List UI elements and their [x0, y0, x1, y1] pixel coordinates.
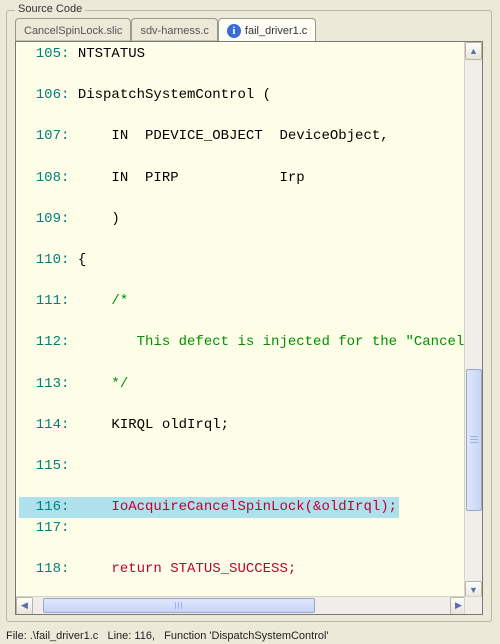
- line-colon: :: [61, 87, 78, 103]
- line-number: 116: [19, 497, 61, 518]
- horizontal-scroll-track[interactable]: [33, 597, 450, 614]
- status-bar: File: .\fail_driver1.c Line: 116, Functi…: [6, 630, 329, 642]
- line-colon: :: [61, 46, 78, 62]
- code-lines: 105: NTSTATUS 106: DispatchSystemControl…: [16, 42, 467, 599]
- group-title: Source Code: [15, 3, 85, 15]
- chevron-right-icon: ▶: [455, 600, 462, 611]
- line-text: ): [78, 211, 120, 227]
- status-file: File: .\fail_driver1.c: [6, 630, 98, 642]
- line-colon: :: [61, 417, 78, 433]
- vertical-scrollbar[interactable]: ▲ ▼: [464, 42, 482, 599]
- code-row[interactable]: 115:: [19, 456, 467, 477]
- horizontal-scrollbar[interactable]: ◀ ▶: [16, 596, 467, 614]
- chevron-up-icon: ▲: [469, 46, 478, 56]
- tab-sdv-harness[interactable]: sdv-harness.c: [131, 18, 217, 41]
- code-row[interactable]: 106: DispatchSystemControl (: [19, 85, 467, 106]
- tab-label: fail_driver1.c: [245, 25, 307, 37]
- line-text: IN PIRP Irp: [78, 170, 305, 186]
- code-row[interactable]: 107: IN PDEVICE_OBJECT DeviceObject,: [19, 126, 467, 147]
- vertical-scroll-thumb[interactable]: [466, 369, 482, 511]
- chevron-down-icon: ▼: [469, 585, 478, 595]
- line-colon: :: [61, 458, 78, 474]
- line-number: 113: [19, 374, 61, 395]
- line-number: 111: [19, 291, 61, 312]
- info-icon: i: [227, 24, 241, 38]
- code-row[interactable]: 105: NTSTATUS: [19, 44, 467, 65]
- status-line: Line: 116,: [107, 630, 155, 642]
- code-row[interactable]: 114: KIRQL oldIrql;: [19, 415, 467, 436]
- line-number: 115: [19, 456, 61, 477]
- line-colon: :: [61, 561, 78, 577]
- horizontal-scroll-thumb[interactable]: [43, 598, 315, 613]
- line-text: return STATUS_SUCCESS;: [78, 561, 296, 577]
- line-colon: :: [61, 170, 78, 186]
- code-editor-frame: 105: NTSTATUS 106: DispatchSystemControl…: [15, 41, 483, 615]
- line-number: 114: [19, 415, 61, 436]
- line-colon: :: [61, 128, 78, 144]
- line-text: {: [78, 252, 86, 268]
- tab-fail-driver1[interactable]: i fail_driver1.c: [218, 18, 316, 41]
- line-number: 112: [19, 332, 61, 353]
- line-number: 106: [19, 85, 61, 106]
- line-number: 107: [19, 126, 61, 147]
- code-row[interactable]: 110: {: [19, 250, 467, 271]
- scroll-left-button[interactable]: ◀: [16, 597, 33, 615]
- line-text: DispatchSystemControl (: [78, 87, 271, 103]
- chevron-left-icon: ◀: [21, 600, 28, 611]
- line-text: */: [78, 376, 128, 392]
- vertical-scroll-track[interactable]: [465, 59, 482, 582]
- scrollbar-corner: [464, 596, 482, 614]
- tab-cancelspinlock[interactable]: CancelSpinLock.slic: [15, 18, 131, 41]
- scroll-up-button[interactable]: ▲: [465, 42, 482, 60]
- tab-label: sdv-harness.c: [140, 25, 208, 37]
- line-colon: :: [61, 520, 78, 536]
- code-row[interactable]: 111: /*: [19, 291, 467, 312]
- code-row[interactable]: 117:: [19, 518, 467, 539]
- line-text: NTSTATUS: [78, 46, 145, 62]
- line-colon: :: [61, 334, 78, 350]
- line-number: 118: [19, 559, 61, 580]
- line-number: 109: [19, 209, 61, 230]
- tab-label: CancelSpinLock.slic: [24, 25, 122, 37]
- tab-strip: CancelSpinLock.slic sdv-harness.c i fail…: [15, 19, 316, 41]
- source-code-group: Source Code CancelSpinLock.slic sdv-harn…: [6, 10, 492, 622]
- code-row[interactable]: 116: IoAcquireCancelSpinLock(&oldIrql);: [19, 497, 399, 518]
- status-function: Function 'DispatchSystemControl': [164, 630, 328, 642]
- line-text: This defect is injected for the "CancelS…: [78, 334, 467, 350]
- code-row[interactable]: 109: ): [19, 209, 467, 230]
- code-row[interactable]: 112: This defect is injected for the "Ca…: [19, 332, 467, 353]
- line-number: 110: [19, 250, 61, 271]
- line-colon: :: [61, 211, 78, 227]
- code-viewport[interactable]: 105: NTSTATUS 106: DispatchSystemControl…: [16, 42, 467, 599]
- line-colon: :: [61, 499, 78, 515]
- line-text: KIRQL oldIrql;: [78, 417, 229, 433]
- line-number: 105: [19, 44, 61, 65]
- line-colon: :: [61, 252, 78, 268]
- line-colon: :: [61, 376, 78, 392]
- window-root: Source Code CancelSpinLock.slic sdv-harn…: [0, 0, 500, 644]
- line-number: 108: [19, 168, 61, 189]
- code-row[interactable]: 113: */: [19, 374, 467, 395]
- line-colon: :: [61, 293, 78, 309]
- line-text: IN PDEVICE_OBJECT DeviceObject,: [78, 128, 389, 144]
- code-row[interactable]: 118: return STATUS_SUCCESS;: [19, 559, 467, 580]
- line-text: /*: [78, 293, 128, 309]
- code-row[interactable]: 108: IN PIRP Irp: [19, 168, 467, 189]
- line-text: IoAcquireCancelSpinLock(&oldIrql);: [78, 499, 397, 515]
- line-number: 117: [19, 518, 61, 539]
